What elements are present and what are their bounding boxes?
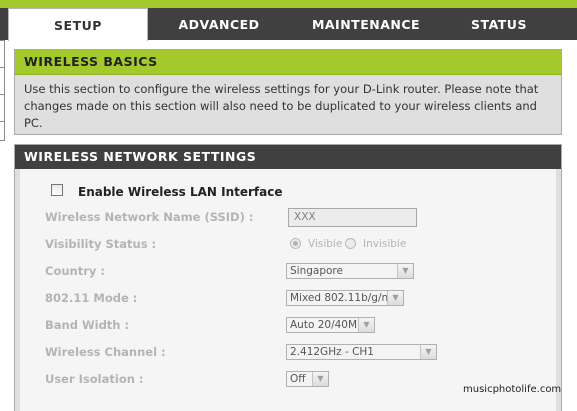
tab-status[interactable]: STATUS	[442, 8, 556, 40]
settings-form: Enable Wireless LAN Interface Wireless N…	[20, 169, 556, 411]
left-menu-edge	[0, 40, 5, 411]
ssid-label: Wireless Network Name (SSID) :	[45, 210, 254, 224]
enable-wireless-checkbox[interactable]	[51, 184, 63, 196]
country-value: Singapore	[290, 265, 343, 277]
chevron-down-icon: ▼	[397, 264, 413, 278]
mode-select[interactable]: Mixed 802.11b/g/n ▼	[286, 290, 404, 306]
watermark: musicphotolife.com	[463, 384, 562, 395]
mode-value: Mixed 802.11b/g/n	[290, 292, 389, 304]
chevron-down-icon: ▼	[420, 345, 436, 359]
isolation-select[interactable]: Off ▼	[286, 371, 329, 387]
visibility-label: Visibility Status :	[45, 237, 157, 251]
bandwidth-select[interactable]: Auto 20/40M ▼	[286, 317, 375, 333]
wireless-network-settings-title: WIRELESS NETWORK SETTINGS	[15, 145, 561, 169]
visibility-invisible-label: Invisible	[363, 238, 407, 250]
bandwidth-value: Auto 20/40M	[290, 319, 358, 331]
chevron-down-icon: ▼	[358, 318, 374, 332]
channel-select[interactable]: 2.412GHz - CH1 ▼	[286, 344, 437, 360]
chevron-down-icon: ▼	[387, 291, 403, 305]
isolation-label: User Isolation :	[45, 372, 144, 386]
country-label: Country :	[45, 264, 105, 278]
main-tab-bar: SETUP ADVANCED MAINTENANCE STATUS	[0, 8, 577, 41]
chevron-down-icon: ▼	[312, 372, 328, 386]
visibility-visible-radio[interactable]	[290, 238, 301, 249]
description-line-2: changes made on this section will also n…	[24, 99, 537, 130]
wireless-basics-section: WIRELESS BASICS Use this section to conf…	[14, 49, 562, 135]
ssid-input[interactable]: XXX	[288, 208, 417, 227]
visibility-invisible-radio[interactable]	[345, 238, 356, 249]
channel-value: 2.412GHz - CH1	[290, 346, 374, 358]
tab-advanced[interactable]: ADVANCED	[148, 8, 290, 40]
visibility-visible-label: Visible	[308, 238, 343, 250]
tab-setup[interactable]: SETUP	[8, 8, 148, 41]
bandwidth-label: Band Width :	[45, 318, 130, 332]
description-line-1: Use this section to configure the wirele…	[24, 82, 539, 96]
isolation-value: Off	[290, 373, 306, 385]
tab-maintenance[interactable]: MAINTENANCE	[292, 8, 440, 40]
enable-wireless-label: Enable Wireless LAN Interface	[78, 185, 283, 199]
channel-label: Wireless Channel :	[45, 345, 166, 359]
top-accent-bar	[0, 0, 577, 8]
mode-label: 802.11 Mode :	[45, 291, 138, 305]
wireless-network-settings-section: WIRELESS NETWORK SETTINGS Enable Wireles…	[14, 144, 562, 411]
country-select[interactable]: Singapore ▼	[286, 263, 414, 279]
wireless-basics-title: WIRELESS BASICS	[15, 50, 561, 75]
wireless-basics-description: Use this section to configure the wirele…	[15, 75, 561, 132]
